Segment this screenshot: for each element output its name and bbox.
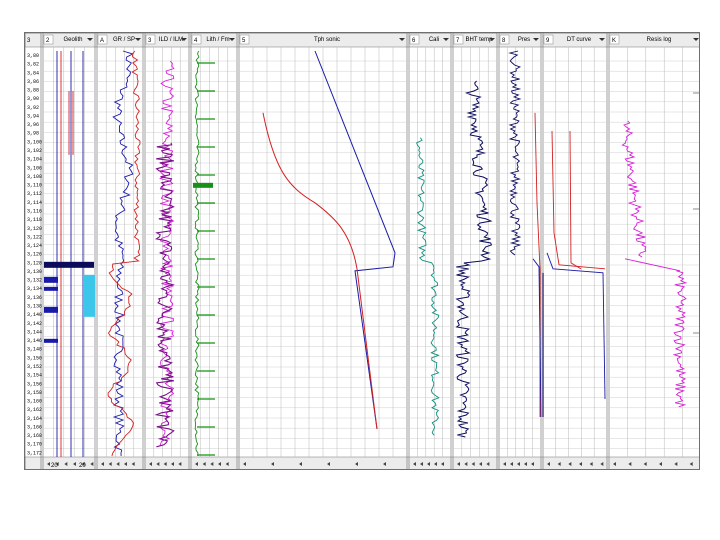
depth-tick-label: 3,106	[27, 165, 42, 171]
depth-tick-label: 3,136	[27, 295, 42, 301]
depth-tick-label: 3,98	[27, 131, 39, 137]
depth-tick-label: 3,84	[27, 70, 39, 76]
depth-tick-label: 3,94	[27, 113, 39, 119]
depth-tick-label: 3,128	[27, 260, 42, 266]
well-log-viewer: 2 Geolith A GR / SP 3 ILD / ILM 4 Lith / Fm 5 Tph…	[24, 32, 700, 470]
depth-tick-label: 3,112	[27, 191, 42, 197]
track-title: Lith / Fm	[206, 37, 229, 43]
depth-tick-label: 3,140	[27, 312, 42, 318]
depth-tick-label: 3,96	[27, 122, 39, 128]
depth-tick-label: 3,100	[27, 139, 42, 145]
depth-tick-label: 3,146	[27, 338, 42, 344]
depth-tick-label: 3,152	[27, 364, 42, 370]
track-title: BHT temp	[466, 37, 494, 43]
depth-tick-label: 3,170	[27, 442, 42, 448]
track-number: K	[612, 38, 616, 44]
depth-tick-label: 3,132	[27, 278, 42, 284]
depth-tick-label: 3,120	[27, 226, 42, 232]
depth-tick-label: 3,114	[27, 200, 42, 206]
track-frame	[498, 33, 542, 469]
lithology-band	[83, 274, 95, 317]
lithology-mark	[44, 276, 58, 283]
track-title: ILD / ILM	[159, 37, 183, 43]
lithology-mark	[44, 286, 58, 291]
depth-tick-label: 3,166	[27, 424, 42, 430]
depth-tick-label: 3,158	[27, 390, 42, 396]
depth-tick-label: 3,122	[27, 234, 42, 240]
depth-tick-label: 3,168	[27, 433, 42, 439]
depth-tick-label: 3,162	[27, 407, 42, 413]
depth-tick-label: 3,110	[27, 183, 42, 189]
depth-tick-label: 3,92	[27, 105, 39, 111]
depth-tick-label: 3,138	[27, 304, 42, 310]
depth-tick-label: 3,80	[27, 53, 39, 59]
track-title: Tph sonic	[314, 37, 340, 43]
depth-tick-label: 3,150	[27, 355, 42, 361]
track-title: Resis log	[647, 37, 672, 43]
dt-red-curve	[551, 130, 606, 270]
sonic-curve	[314, 50, 396, 430]
track-frame	[408, 33, 452, 469]
depth-tick-label: 3,118	[27, 217, 42, 223]
depth-tick-label: 3,88	[27, 88, 39, 94]
track-number: A	[100, 38, 104, 44]
track-title: Geolith	[63, 37, 82, 43]
depth-tick-label: 3,156	[27, 381, 42, 387]
track-title: Cali	[429, 37, 439, 43]
depth-tick-label: 3,116	[27, 208, 42, 214]
track-title: Pres	[518, 37, 530, 43]
depth-tick-label: 3,134	[27, 286, 42, 292]
footer-value: 20	[79, 463, 86, 469]
depth-tick-label: 3,154	[27, 373, 42, 379]
track-frame	[608, 33, 699, 469]
depth-tick-label: 3,164	[27, 416, 42, 422]
track-frame	[96, 33, 144, 469]
dt-red-curve-2	[569, 130, 582, 270]
well-log-chart: 2 Geolith A GR / SP 3 ILD / ILM 4 Lith / Fm 5 Tph…	[25, 33, 699, 469]
track-title: GR / SP	[113, 37, 135, 43]
resis-curve-lower	[672, 270, 688, 408]
cali-curve	[416, 137, 440, 436]
footer-value: 20	[51, 463, 58, 469]
depth-tick-label: 3,82	[27, 62, 39, 68]
depth-tick-label: 3,172	[27, 450, 42, 456]
depth-tick-label: 3,130	[27, 269, 42, 275]
lithology-mark	[44, 338, 58, 343]
depth-tick-label: 3,86	[27, 79, 39, 85]
depth-tick-label: 3,144	[27, 329, 42, 335]
depth-tick-label: 3,160	[27, 399, 42, 405]
depth-tick-label: 3,126	[27, 252, 42, 258]
depth-tick-label: 3,142	[27, 321, 42, 327]
resis-curve-upper	[621, 120, 647, 258]
track-frame	[452, 33, 498, 469]
depth-tick-label: 3,124	[27, 243, 42, 249]
tph-curve	[262, 112, 378, 430]
lith-block	[193, 182, 213, 188]
formation-band	[44, 261, 94, 268]
depth-tick-label: 3,104	[27, 157, 42, 163]
depth-tick-label: 3,102	[27, 148, 42, 154]
track-frame	[542, 33, 608, 469]
depth-tick-label: 3,90	[27, 96, 39, 102]
depth-tick-label: 3,108	[27, 174, 42, 180]
depth-tick-label: 3,148	[27, 347, 42, 353]
track-title: DT curve	[567, 37, 592, 43]
lithology-mark	[44, 306, 58, 313]
